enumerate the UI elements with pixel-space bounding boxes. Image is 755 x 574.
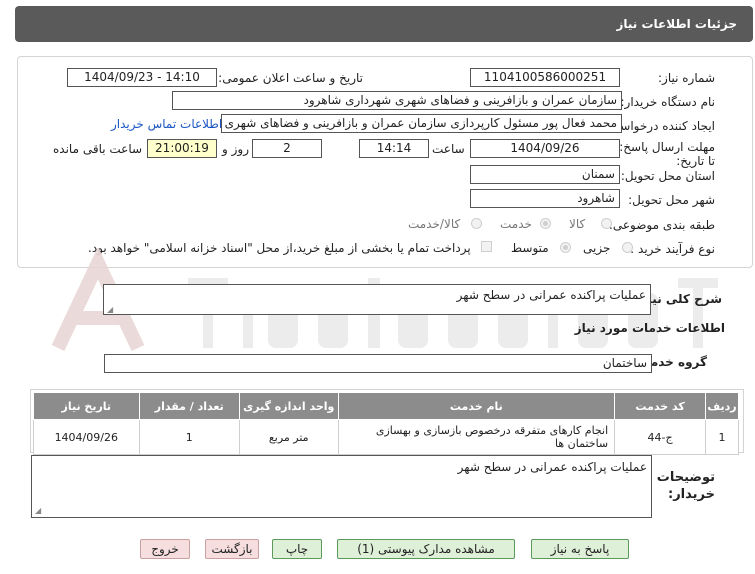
- table-row[interactable]: 1 ج-44 انجام کارهای متفرقه درخصوص بازساز…: [33, 419, 739, 455]
- deadline-label: مهلت ارسال پاسخ: تا تاریخ:: [619, 140, 715, 168]
- services-table: ردیف کد خدمت نام خدمت واحد اندازه گیری ت…: [33, 392, 739, 455]
- city-label: شهر محل تحویل:: [628, 193, 715, 207]
- column-header-code: کد خدمت: [614, 392, 707, 420]
- announce-datetime-label: تاریخ و ساعت اعلان عمومی:: [218, 71, 363, 85]
- cell-qty: 1: [138, 419, 241, 455]
- print-button[interactable]: چاپ: [272, 539, 322, 559]
- days-label: روز و: [222, 142, 249, 156]
- buyer-org-label: نام دستگاه خریدار:: [620, 95, 716, 109]
- category-option-service: خدمت: [500, 217, 532, 231]
- requester-field[interactable]: محمد فعال پور مسئول کارپردازی سازمان عمر…: [221, 114, 622, 133]
- deadline-time-label: ساعت: [432, 142, 465, 156]
- back-button[interactable]: بازگشت: [205, 539, 259, 559]
- buyer-notes-label-line2: خریدار:: [668, 487, 715, 502]
- resize-handle-icon: ◢: [35, 506, 42, 515]
- services-section-title: اطلاعات خدمات مورد نیاز: [574, 321, 725, 335]
- cell-date: 1404/09/26: [33, 419, 140, 455]
- province-label: استان محل تحویل:: [620, 169, 715, 183]
- remaining-time-label: ساعت باقی مانده: [53, 142, 143, 156]
- exit-button[interactable]: خروج: [140, 539, 190, 559]
- column-header-unit: واحد اندازه گیری: [239, 392, 339, 420]
- buyer-contact-link[interactable]: اطلاعات تماس خریدار: [111, 117, 222, 131]
- category-radio-goods[interactable]: [601, 218, 612, 229]
- column-header-name: نام خدمت: [337, 392, 616, 420]
- view-attachments-button[interactable]: مشاهده مدارک پیوستی (1): [337, 539, 515, 559]
- cell-unit: متر مربع: [239, 419, 339, 455]
- remaining-time-field[interactable]: 21:00:19: [147, 139, 217, 158]
- category-label: طبقه بندی موضوعی:: [608, 218, 715, 232]
- page-title: جزئیات اطلاعات نیاز: [616, 17, 737, 31]
- province-field[interactable]: سمنان: [470, 165, 620, 184]
- deadline-time-field[interactable]: 14:14: [359, 139, 429, 158]
- category-radio-goods-service[interactable]: [471, 218, 482, 229]
- cell-code: ج-44: [614, 419, 707, 455]
- summary-textarea[interactable]: عملیات پراکنده عمرانی در سطح شهر: [103, 284, 651, 315]
- cell-service-name: انجام کارهای متفرقه درخصوص بازسازی و بهس…: [337, 419, 616, 455]
- announce-datetime-field[interactable]: 1404/09/23 - 14:10: [67, 68, 217, 87]
- service-group-field[interactable]: ساختمان: [104, 354, 652, 373]
- page-title-bar: جزئیات اطلاعات نیاز: [15, 6, 753, 42]
- column-header-date: تاریخ نیاز: [33, 392, 140, 420]
- category-option-goods-service: کالا/خدمت: [408, 217, 461, 231]
- reply-to-need-button[interactable]: پاسخ به نیاز: [531, 539, 629, 559]
- cell-index: 1: [705, 419, 739, 455]
- remaining-days-field[interactable]: 2: [252, 139, 322, 158]
- buyer-notes-label-line1: توضیحات: [656, 470, 715, 485]
- column-header-index: ردیف: [705, 392, 739, 420]
- buyer-notes-textarea[interactable]: عملیات پراکنده عمرانی در سطح شهر: [31, 455, 652, 518]
- need-number-label: شماره نیاز:: [658, 71, 715, 85]
- resize-handle-icon: ◢: [107, 305, 114, 314]
- need-number-field[interactable]: 1104100586000251: [470, 68, 620, 87]
- column-header-qty: تعداد / مقدار: [138, 392, 241, 420]
- city-field[interactable]: شاهرود: [470, 189, 620, 208]
- deadline-date-field[interactable]: 1404/09/26: [470, 139, 620, 158]
- category-option-goods: کالا: [569, 217, 586, 231]
- buyer-org-field[interactable]: سازمان عمران و بازافرینی و فضاهای شهری ش…: [172, 91, 622, 110]
- category-radio-service[interactable]: [540, 218, 551, 229]
